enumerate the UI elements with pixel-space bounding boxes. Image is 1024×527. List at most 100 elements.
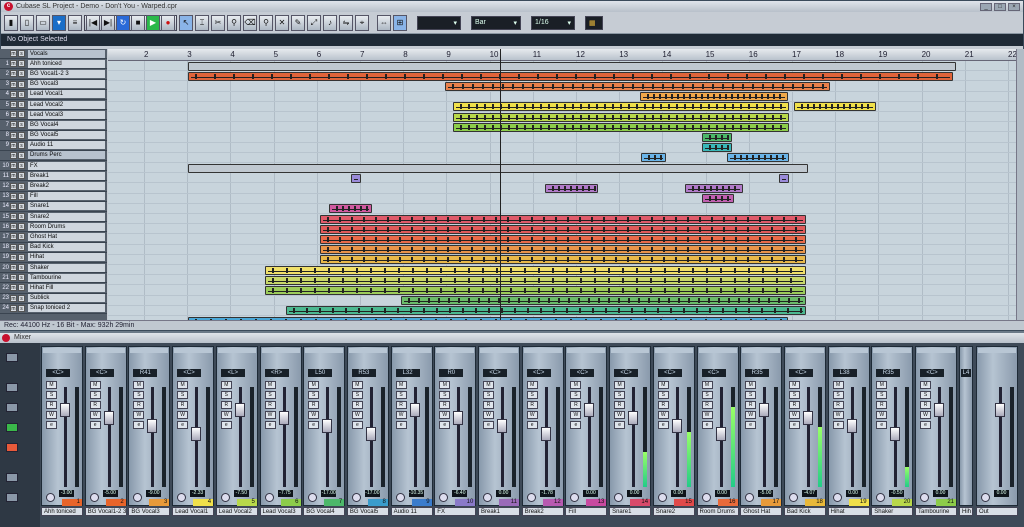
edit-button[interactable]: e xyxy=(351,421,363,429)
channel-strip[interactable]: <C> M S R We 0.00 13 xyxy=(565,346,608,506)
audio-event[interactable] xyxy=(265,265,806,275)
mute-button[interactable]: M xyxy=(745,381,757,389)
pointer-tool-icon[interactable]: ↖ xyxy=(179,14,193,31)
timeline-ruler[interactable]: 2 3 4 5 6 7 8 9 10 11 12 13 14 15 16 17 18 19 20 21 22 xyxy=(108,49,1017,61)
mute-button[interactable]: m xyxy=(10,90,17,98)
channel-name[interactable]: BG Vocal5 xyxy=(346,507,389,516)
volume-fader[interactable] xyxy=(497,419,507,433)
solo-button[interactable]: S xyxy=(526,391,538,399)
channel-strip[interactable]: <C> M S R We -4.07 18 xyxy=(783,346,826,506)
pan-display[interactable]: <C> xyxy=(920,369,944,377)
play-icon[interactable]: ▶ xyxy=(146,14,160,31)
audio-event[interactable] xyxy=(453,122,789,132)
edit-button[interactable]: e xyxy=(395,421,407,429)
channel-name[interactable]: Lead Vocal2 xyxy=(215,507,258,516)
track-header[interactable]: 14 m s Snare1 xyxy=(0,202,107,212)
solo-button[interactable]: S xyxy=(614,391,626,399)
solo-button[interactable]: s xyxy=(18,121,25,129)
channel-strip[interactable]: <C> M S R We 0.00 15 xyxy=(652,346,695,506)
rewind-icon[interactable]: |◀ xyxy=(86,14,100,31)
solo-button[interactable]: S xyxy=(395,391,407,399)
mute-button[interactable]: m xyxy=(10,111,17,119)
audio-event[interactable] xyxy=(702,143,732,153)
track-header[interactable]: 6 m s Lead Vocal3 xyxy=(0,110,107,121)
solo-button[interactable]: s xyxy=(18,213,25,221)
write-button[interactable]: W xyxy=(220,411,232,419)
track-name[interactable]: BG Vocal4 xyxy=(28,120,105,129)
read-button[interactable]: R xyxy=(876,401,888,409)
channel-strip[interactable]: <C> M S R We -1.78 12 xyxy=(521,346,564,506)
audio-event[interactable] xyxy=(286,306,806,316)
monitor-knob-icon[interactable] xyxy=(657,493,667,502)
track-name[interactable]: Drums Perc xyxy=(28,151,105,160)
track-header[interactable]: 13 m s Fill xyxy=(0,192,107,202)
mute-button[interactable]: m xyxy=(10,243,17,251)
solo-button[interactable]: S xyxy=(220,391,232,399)
pan-display[interactable]: R0 xyxy=(439,369,464,377)
track-header[interactable]: 23 m s Sublick xyxy=(0,294,107,304)
mute-button[interactable]: M xyxy=(920,381,931,389)
mute-button[interactable]: M xyxy=(220,381,232,389)
volume-fader[interactable] xyxy=(671,419,682,433)
monitor-knob-icon[interactable] xyxy=(526,493,536,502)
channel-strip[interactable]: L50 M S R We -17.00 7 xyxy=(303,346,346,506)
audio-event[interactable] xyxy=(320,214,806,224)
volume-fader[interactable] xyxy=(995,403,1005,417)
show-inserts-icon[interactable] xyxy=(6,493,18,502)
solo-button[interactable]: S xyxy=(483,391,494,399)
channel-name[interactable]: Break2 xyxy=(521,507,564,516)
zoom-tool-icon[interactable]: ⚲ xyxy=(259,14,273,31)
write-button[interactable]: W xyxy=(832,411,844,419)
edit-button[interactable]: e xyxy=(46,421,57,429)
read-button[interactable]: R xyxy=(614,401,626,409)
snap-mode-combo[interactable]: ▾ xyxy=(417,15,461,30)
stop-icon[interactable]: ■ xyxy=(131,14,145,31)
pan-display[interactable]: R53 xyxy=(351,369,376,377)
audio-event[interactable] xyxy=(727,153,789,163)
solo-button[interactable]: s xyxy=(18,50,25,58)
monitor-knob-icon[interactable] xyxy=(876,493,886,502)
monitor-knob-icon[interactable] xyxy=(220,493,230,502)
write-button[interactable]: W xyxy=(614,411,626,419)
channel-name[interactable]: Hihat xyxy=(827,507,870,516)
track-name[interactable]: Bad Kick xyxy=(28,243,105,252)
solo-button[interactable]: S xyxy=(89,391,101,399)
mute-button[interactable]: M xyxy=(657,381,669,389)
pan-display[interactable]: <C> xyxy=(526,369,551,377)
solo-button[interactable]: s xyxy=(18,264,25,272)
audio-event[interactable] xyxy=(702,133,732,142)
channel-name[interactable]: Out xyxy=(976,507,1018,516)
mute-button[interactable]: m xyxy=(10,284,17,292)
glue-tool-icon[interactable]: ⚲ xyxy=(227,14,241,31)
channel-name[interactable]: FX xyxy=(434,507,477,516)
track-name[interactable]: Hihat xyxy=(28,253,105,262)
mute-button[interactable]: m xyxy=(10,172,17,180)
solo-button[interactable]: S xyxy=(177,391,189,399)
edit-button[interactable]: e xyxy=(788,421,800,429)
write-button[interactable]: W xyxy=(701,411,713,419)
monitor-knob-icon[interactable] xyxy=(89,493,99,502)
channel-name[interactable]: BG Vocal4 xyxy=(303,507,346,516)
track-header[interactable]: 19 m s Hihat xyxy=(0,253,107,263)
edit-button[interactable]: e xyxy=(308,421,320,429)
solo-button[interactable]: s xyxy=(18,253,25,261)
audio-event[interactable] xyxy=(188,61,956,71)
edit-button[interactable]: e xyxy=(220,421,232,429)
read-button[interactable]: R xyxy=(89,401,101,409)
monitor-knob-icon[interactable] xyxy=(46,493,55,502)
volume-fader[interactable] xyxy=(322,419,333,433)
solo-button[interactable]: s xyxy=(18,233,25,241)
solo-button[interactable]: s xyxy=(18,101,25,109)
volume-fader[interactable] xyxy=(191,427,202,441)
volume-fader[interactable] xyxy=(584,403,595,417)
read-button[interactable]: R xyxy=(570,401,582,409)
track-header[interactable]: 9 m s Audio 11 xyxy=(0,141,107,151)
pan-display[interactable]: <L> xyxy=(220,369,245,377)
volume-fader[interactable] xyxy=(759,403,770,417)
mute-button[interactable]: m xyxy=(10,304,17,312)
edit-button[interactable]: e xyxy=(832,421,844,429)
channel-name[interactable]: Snare1 xyxy=(609,507,652,516)
monitor-knob-icon[interactable] xyxy=(745,493,755,502)
solo-all-icon[interactable] xyxy=(6,403,18,412)
monitor-knob-icon[interactable] xyxy=(308,493,318,502)
